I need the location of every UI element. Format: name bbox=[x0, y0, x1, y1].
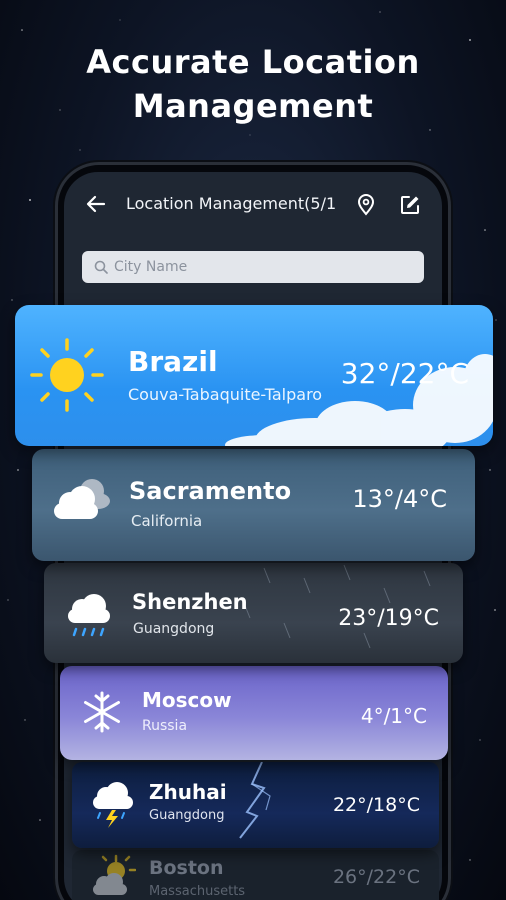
city-name: Moscow bbox=[142, 688, 232, 712]
app-bar: Location Management(5/1 bbox=[64, 172, 442, 236]
promo-headline-line1: Accurate Location bbox=[86, 43, 420, 81]
search-icon bbox=[94, 260, 108, 274]
search-input[interactable]: City Name bbox=[82, 251, 424, 283]
edit-button[interactable] bbox=[398, 192, 422, 218]
city-name: Shenzhen bbox=[132, 590, 248, 614]
temperature-range: 32°/22°C bbox=[340, 357, 469, 390]
region-name: Massachusetts bbox=[149, 884, 246, 899]
region-name: Guangdong bbox=[149, 808, 225, 823]
location-card-brazil[interactable]: Brazil Couva-Tabaquite-Talparo 32°/22°C bbox=[15, 305, 493, 446]
city-name: Zhuhai bbox=[149, 780, 227, 804]
partly-sunny-icon bbox=[90, 854, 137, 900]
search-placeholder: City Name bbox=[114, 259, 188, 275]
location-card-sacramento[interactable]: Sacramento California 13°/4°C bbox=[32, 449, 475, 561]
location-pin-icon bbox=[357, 194, 375, 216]
city-name: Boston bbox=[149, 857, 224, 879]
edit-icon bbox=[401, 196, 419, 214]
region-name: Guangdong bbox=[133, 621, 215, 637]
snowflake-icon bbox=[80, 690, 124, 738]
city-name: Sacramento bbox=[129, 477, 292, 505]
temperature-range: 22°/18°C bbox=[332, 794, 420, 816]
rain-icon bbox=[64, 591, 114, 645]
location-card-shenzhen[interactable]: Shenzhen Guangdong 23°/19°C bbox=[44, 563, 463, 663]
location-card-zhuhai[interactable]: Zhuhai Guangdong 22°/18°C bbox=[72, 762, 439, 848]
region-name: Couva-Tabaquite-Talparo bbox=[128, 385, 323, 404]
back-button[interactable] bbox=[82, 190, 110, 218]
location-card-boston[interactable]: Boston Massachusetts 26°/22°C bbox=[72, 850, 439, 900]
page-title: Location Management(5/1 bbox=[126, 194, 337, 213]
region-name: Russia bbox=[142, 718, 188, 734]
current-location-button[interactable] bbox=[354, 192, 378, 218]
promo-headline: Accurate Location Management bbox=[0, 40, 506, 128]
temperature-range: 4°/1°C bbox=[360, 704, 427, 728]
temperature-range: 13°/4°C bbox=[352, 485, 447, 513]
thunderstorm-icon bbox=[90, 780, 136, 832]
temperature-range: 26°/22°C bbox=[332, 866, 420, 888]
temperature-range: 23°/19°C bbox=[338, 606, 439, 631]
arrow-left-icon bbox=[86, 195, 106, 213]
sun-icon bbox=[29, 337, 105, 417]
location-card-moscow[interactable]: Moscow Russia 4°/1°C bbox=[60, 666, 448, 760]
city-name: Brazil bbox=[128, 345, 218, 378]
promo-headline-line2: Management bbox=[132, 87, 374, 125]
region-name: California bbox=[131, 512, 203, 530]
cloudy-icon bbox=[48, 475, 112, 529]
